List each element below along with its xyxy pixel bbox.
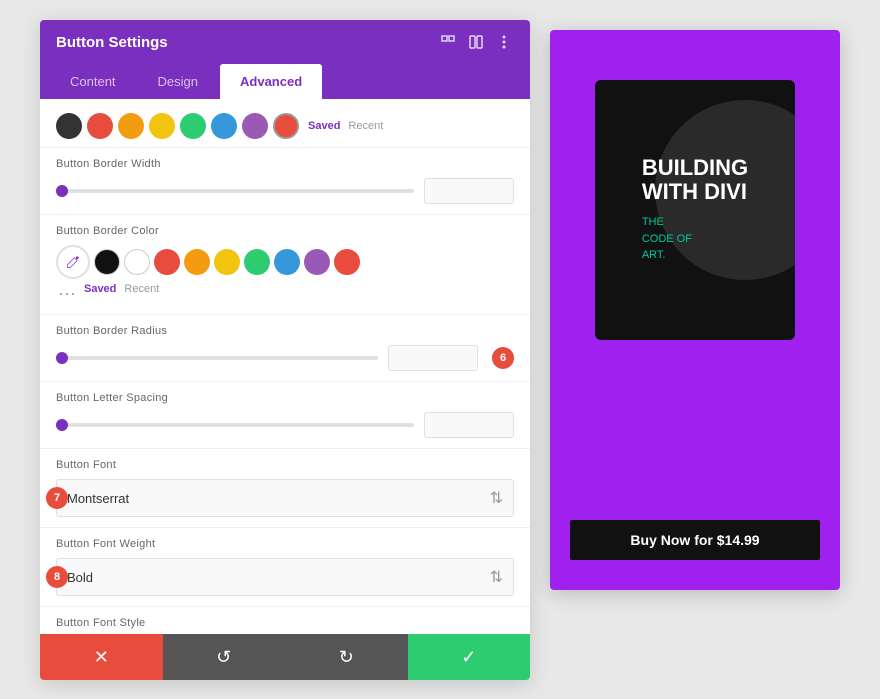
panel-header-icons <box>438 32 514 52</box>
font-style-section: Button Font Style I TT Tr U S <box>40 606 530 634</box>
font-weight-dropdown-arrow: ⇅ <box>490 567 503 587</box>
color-dot-orange[interactable] <box>118 113 144 139</box>
swatch-orange[interactable] <box>184 249 210 275</box>
swatch-purple[interactable] <box>304 249 330 275</box>
border-width-slider-row: 0px <box>56 178 514 204</box>
swatch-red[interactable] <box>154 249 180 275</box>
panel-title: Button Settings <box>56 34 168 51</box>
font-weight-dropdown-wrapper: 8 Bold ⇅ <box>56 558 514 596</box>
resize-icon[interactable] <box>438 32 458 52</box>
color-picker-icon[interactable] <box>56 245 90 279</box>
font-label: Button Font <box>56 459 514 471</box>
font-value: Montserrat <box>67 491 129 506</box>
border-width-value[interactable]: 0px <box>424 178 514 204</box>
redo-button[interactable]: ↻ <box>285 634 408 680</box>
tab-advanced[interactable]: Advanced <box>220 64 322 99</box>
border-color-section: Button Border Color <box>40 214 530 314</box>
font-style-label: Button Font Style <box>56 617 514 629</box>
tab-content[interactable]: Content <box>50 64 136 99</box>
panel-tabs: Content Design Advanced <box>40 64 530 99</box>
color-dot-red[interactable] <box>87 113 113 139</box>
saved-link-color[interactable]: Saved <box>84 283 116 304</box>
border-color-label: Button Border Color <box>56 225 514 237</box>
book-title: BUILDINGWITH DIVI <box>642 156 748 204</box>
settings-panel: Button Settings <box>40 20 530 680</box>
letter-spacing-slider-row: 0 <box>56 412 514 438</box>
font-dropdown-arrow: ⇅ <box>490 488 503 508</box>
book-preview: BUILDINGWITH DIVI THECODE OFART. <box>595 80 795 340</box>
more-swatches-icon[interactable]: ··· <box>58 283 76 304</box>
book-subtitle: THECODE OFART. <box>642 214 748 264</box>
cancel-button[interactable]: ✕ <box>40 634 163 680</box>
font-weight-badge: 8 <box>46 566 68 588</box>
undo-button[interactable]: ↺ <box>163 634 286 680</box>
font-weight-dropdown[interactable]: Bold ⇅ <box>56 558 514 596</box>
recent-link-top[interactable]: Recent <box>348 120 383 132</box>
border-radius-label: Button Border Radius <box>56 325 514 337</box>
swatch-white[interactable] <box>124 249 150 275</box>
border-color-swatches <box>56 245 514 279</box>
font-dropdown[interactable]: Montserrat ⇅ <box>56 479 514 517</box>
border-radius-track[interactable] <box>56 356 378 360</box>
swatch-blue[interactable] <box>274 249 300 275</box>
color-dot-stroke[interactable] <box>273 113 299 139</box>
color-dot-purple[interactable] <box>242 113 268 139</box>
border-radius-value[interactable]: 0px <box>388 345 478 371</box>
border-width-label: Button Border Width <box>56 158 514 170</box>
swatch-black[interactable] <box>94 249 120 275</box>
color-dot-green[interactable] <box>180 113 206 139</box>
letter-spacing-label: Button Letter Spacing <box>56 392 514 404</box>
swatch-stroke[interactable] <box>334 249 360 275</box>
buy-button-preview[interactable]: Buy Now for $14.99 <box>570 520 820 560</box>
font-badge: 7 <box>46 487 68 509</box>
swatch-yellow[interactable] <box>214 249 240 275</box>
color-dot-yellow[interactable] <box>149 113 175 139</box>
font-weight-section: Button Font Weight 8 Bold ⇅ <box>40 527 530 606</box>
panel-header: Button Settings <box>40 20 530 64</box>
border-radius-badge: 6 <box>492 347 514 369</box>
recent-link-color[interactable]: Recent <box>124 283 159 304</box>
saved-link-top[interactable]: Saved <box>308 120 340 132</box>
panel-footer: ✕ ↺ ↻ ✓ <box>40 634 530 680</box>
panel-body: Saved Recent Button Border Width 0px But… <box>40 99 530 634</box>
color-dot-black[interactable] <box>56 113 82 139</box>
main-container: Button Settings <box>0 0 880 699</box>
font-dropdown-wrapper: 7 Montserrat ⇅ <box>56 479 514 517</box>
columns-icon[interactable] <box>466 32 486 52</box>
top-color-row: Saved Recent <box>40 109 530 147</box>
save-button[interactable]: ✓ <box>408 634 531 680</box>
font-weight-label: Button Font Weight <box>56 538 514 550</box>
border-width-section: Button Border Width 0px <box>40 147 530 214</box>
preview-panel: BUILDINGWITH DIVI THECODE OFART. Buy Now… <box>550 30 840 590</box>
tab-design[interactable]: Design <box>138 64 218 99</box>
swatch-green[interactable] <box>244 249 270 275</box>
saved-recent-top: Saved Recent <box>308 120 383 132</box>
font-weight-value: Bold <box>67 570 93 585</box>
saved-recent-color: ··· Saved Recent <box>58 283 514 304</box>
letter-spacing-track[interactable] <box>56 423 414 427</box>
font-section: Button Font 7 Montserrat ⇅ <box>40 448 530 527</box>
book-text-block: BUILDINGWITH DIVI THECODE OFART. <box>622 136 768 284</box>
color-dot-blue[interactable] <box>211 113 237 139</box>
letter-spacing-value[interactable]: 0 <box>424 412 514 438</box>
border-radius-slider-row: 0px 6 <box>56 345 514 371</box>
border-width-track[interactable] <box>56 189 414 193</box>
letter-spacing-section: Button Letter Spacing 0 <box>40 381 530 448</box>
border-radius-section: Button Border Radius 0px 6 <box>40 314 530 381</box>
more-options-icon[interactable] <box>494 32 514 52</box>
